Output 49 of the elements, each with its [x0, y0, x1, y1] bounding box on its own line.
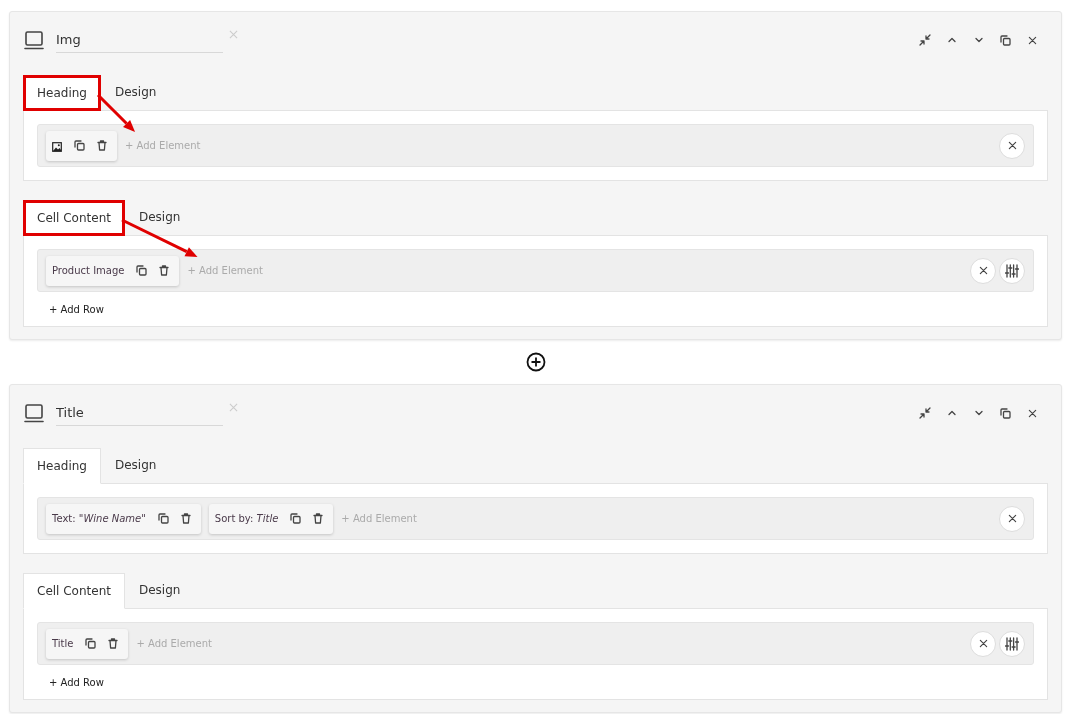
duplicate-icon[interactable]	[998, 405, 1013, 421]
close-icon	[1007, 141, 1017, 150]
remove-button[interactable]	[999, 505, 1025, 532]
tab[interactable]: Cell Content	[23, 573, 125, 609]
tab[interactable]: Design	[124, 199, 195, 235]
duplicate-icon[interactable]	[998, 32, 1013, 48]
element-chip[interactable]: Title	[46, 628, 129, 659]
tab[interactable]: Design	[100, 447, 171, 483]
duplicate-icon[interactable]	[85, 638, 97, 649]
name-field[interactable]: Img	[56, 27, 223, 53]
delete-icon[interactable]	[97, 140, 107, 151]
chip-label: Title	[52, 637, 74, 651]
chip-label: Sort by: Title	[214, 512, 279, 526]
duplicate-icon[interactable]	[157, 513, 169, 524]
remove-button[interactable]	[999, 132, 1025, 159]
close-icon	[1007, 514, 1017, 523]
tab[interactable]: Heading	[23, 75, 101, 111]
collapse-icon[interactable]	[917, 405, 932, 421]
chip-label: Product Image	[52, 264, 125, 278]
delete-icon[interactable]	[159, 265, 170, 276]
duplicate-icon[interactable]	[290, 513, 302, 524]
delete-icon[interactable]	[180, 513, 191, 524]
settings-button[interactable]	[999, 630, 1025, 657]
sliders-icon	[1005, 263, 1019, 278]
element-chip[interactable]: Sort by: Title	[208, 503, 334, 534]
settings-button[interactable]	[999, 257, 1025, 284]
add-row-link[interactable]: + Add Row	[49, 675, 104, 690]
element-chip[interactable]	[46, 130, 117, 161]
tab[interactable]: Design	[124, 572, 195, 608]
layout-icon	[24, 30, 44, 50]
add-row-link[interactable]: + Add Row	[49, 302, 104, 317]
delete-icon[interactable]	[313, 513, 324, 524]
duplicate-icon[interactable]	[74, 140, 85, 151]
delete-icon[interactable]	[108, 638, 119, 649]
element-chip[interactable]: Product Image	[46, 255, 180, 286]
tab[interactable]: Design	[100, 74, 171, 110]
layout-icon	[24, 403, 44, 423]
close-icon	[978, 639, 988, 648]
tab[interactable]: Heading	[23, 448, 101, 484]
duplicate-icon[interactable]	[136, 265, 148, 276]
element-chip[interactable]: Text: "Wine Name"	[46, 503, 201, 534]
image-icon	[52, 142, 62, 152]
close-icon	[978, 266, 988, 275]
collapse-icon[interactable]	[917, 32, 932, 48]
name-field[interactable]: Title	[56, 400, 223, 426]
sliders-icon	[1005, 636, 1019, 651]
chip-label: Text: "Wine Name"	[52, 512, 146, 526]
add-icon[interactable]	[525, 352, 546, 372]
tab[interactable]: Cell Content	[23, 200, 125, 236]
